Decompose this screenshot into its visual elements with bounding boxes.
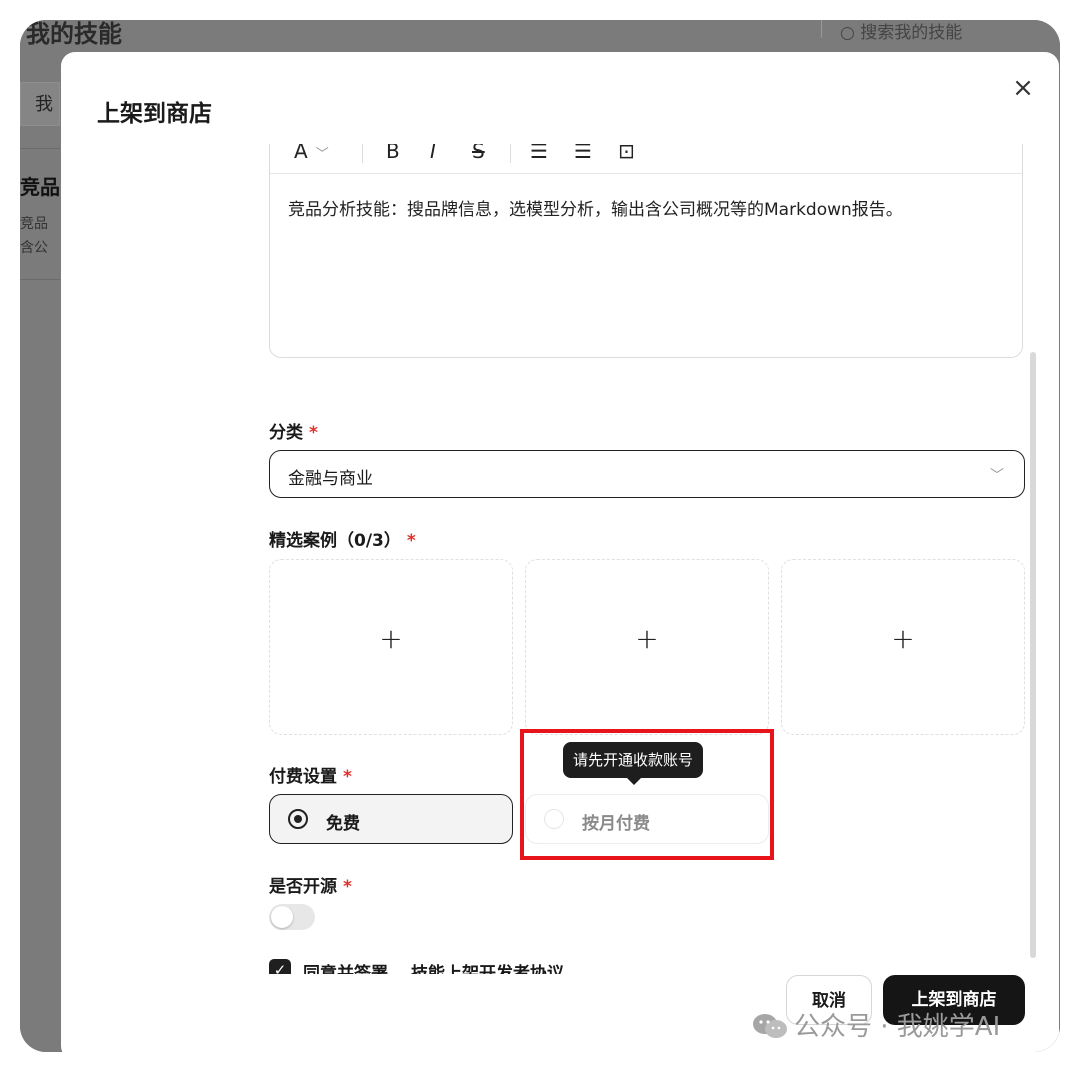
cases-label: 精选案例（0/3） * [269, 526, 416, 551]
agreement-link[interactable]: 技能上架开发者协议 [411, 959, 564, 974]
italic-button[interactable]: I [430, 144, 436, 163]
required-mark: * [343, 877, 352, 897]
required-mark: * [309, 423, 318, 443]
editor-content[interactable]: 竞品分析技能：搜品牌信息，选模型分析，输出含公司概况等的Markdown报告。 [288, 195, 903, 220]
wechat-icon [753, 1014, 787, 1038]
close-button[interactable]: × [1009, 74, 1037, 102]
case-upload-slot-3[interactable]: + [781, 559, 1025, 735]
case-upload-slot-2[interactable]: + [525, 559, 769, 735]
open-source-label: 是否开源 * [269, 872, 352, 897]
background-tab: 我 [20, 82, 60, 126]
scrollbar[interactable] [1030, 352, 1036, 958]
category-value: 金融与商业 [288, 469, 373, 489]
plus-icon: + [635, 622, 659, 655]
pricing-option-label: 免费 [326, 814, 360, 834]
case-upload-slot-1[interactable]: + [269, 559, 513, 735]
search-icon: ○ [840, 23, 855, 43]
close-icon: × [1012, 73, 1034, 103]
toolbar-divider [510, 144, 511, 163]
image-icon[interactable]: ⊡ [618, 144, 635, 163]
plus-icon: + [379, 622, 403, 655]
modal-body: A ﹀ B I S ☰ ☰ ⊡ 竞品分析技能：搜品牌信息，选模型分析，输出含公司概… [61, 144, 1059, 974]
bullet-list-button[interactable]: ☰ [530, 144, 548, 163]
background-page-title: 我的技能 [26, 20, 122, 48]
category-label: 分类 * [269, 418, 318, 443]
description-editor: A ﹀ B I S ☰ ☰ ⊡ 竞品分析技能：搜品牌信息，选模型分析，输出含公司概… [269, 144, 1023, 358]
window-frame: 我的技能 ○ 搜索我的技能 我 竞品 竞品 含公 上架到商店 × A ﹀ B I… [20, 20, 1060, 1052]
chevron-down-icon: ﹀ [315, 147, 329, 162]
category-select[interactable]: 金融与商业 ﹀ [269, 450, 1025, 498]
annotation-highlight-box [520, 729, 774, 860]
agreement-text: 同意并签署 [303, 964, 388, 974]
radio-selected-icon [288, 809, 308, 829]
editor-toolbar: A ﹀ B I S ☰ ☰ ⊡ [270, 144, 1022, 174]
pricing-label: 付费设置 * [269, 762, 352, 787]
pricing-option-free[interactable]: 免费 [269, 794, 513, 844]
font-size-dropdown[interactable]: A ﹀ [294, 144, 329, 163]
strikethrough-button[interactable]: S [472, 144, 485, 163]
category-label-text: 分类 [269, 423, 303, 443]
publish-modal: 上架到商店 × A ﹀ B I S ☰ ☰ ⊡ 竞品分析技能：搜品牌信息，选模型… [61, 52, 1059, 1052]
toolbar-divider [362, 144, 363, 163]
agreement-checkbox[interactable]: ✓ [269, 959, 291, 974]
watermark-text: 公众号 · 我姚学AI [794, 1012, 1001, 1042]
watermark: 公众号 · 我姚学AI [752, 1006, 1000, 1043]
search-placeholder: 搜索我的技能 [860, 23, 963, 43]
bold-button[interactable]: B [386, 144, 400, 163]
chevron-down-icon: ﹀ [990, 468, 1004, 484]
required-mark: * [406, 531, 416, 551]
background-card-title: 竞品 [20, 175, 60, 199]
cases-label-text: 精选案例（0/3） [269, 531, 401, 551]
background-card-desc: 含公 [20, 240, 48, 256]
open-source-label-text: 是否开源 [269, 877, 337, 897]
background-skill-card: 竞品 竞品 含公 [20, 148, 60, 280]
background-card-desc: 竞品 [20, 216, 48, 232]
numbered-list-button[interactable]: ☰ [574, 144, 592, 163]
required-mark: * [343, 767, 352, 787]
background-search-input: ○ 搜索我的技能 [821, 20, 1040, 43]
pricing-label-text: 付费设置 [269, 767, 337, 787]
plus-icon: + [891, 622, 915, 655]
font-icon: A [294, 144, 308, 163]
open-source-toggle[interactable] [269, 904, 315, 930]
modal-title: 上架到商店 [97, 101, 212, 127]
